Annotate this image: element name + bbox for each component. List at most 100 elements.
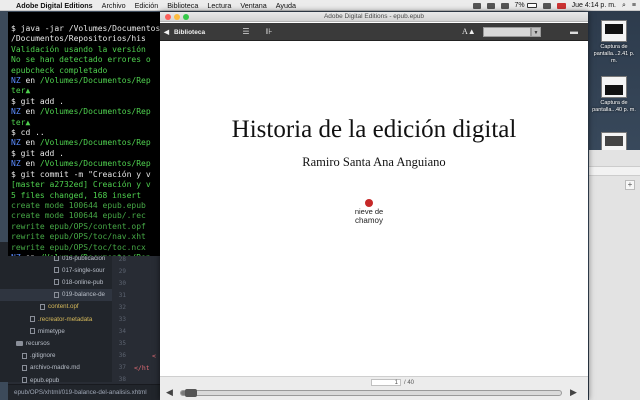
terminal-line: epubcheck completado — [11, 65, 108, 75]
file-icon — [22, 352, 27, 359]
terminal-line: 5 files changed, 168 insert — [11, 190, 142, 200]
book-page[interactable]: Historia de la edición digital Ramiro Sa… — [160, 42, 588, 386]
library-back-button[interactable]: ◀ Biblioteca — [164, 26, 205, 38]
bookmarks-icon[interactable]: ⊪ — [263, 27, 275, 37]
terminal-line: ter▲ — [11, 117, 31, 127]
file-tree-label: mimetype — [38, 327, 65, 335]
minimize-window-icon[interactable] — [174, 14, 180, 20]
desktop-file-label: Captura de pantalla...40 p. m. — [592, 100, 636, 113]
page-total: / 40 — [404, 379, 415, 386]
close-window-icon[interactable] — [165, 14, 171, 20]
logo-text-2: chamoy — [355, 216, 383, 225]
logo-dot — [365, 199, 373, 207]
terminal-line: /Documentos/Repositorios/his — [11, 34, 146, 44]
line-number: 30 — [118, 280, 126, 287]
menubar-status: 7% Jue 4:14 p. m. ⌕ ≡ — [472, 0, 636, 11]
notification-center-icon[interactable]: ≡ — [632, 2, 636, 9]
line-number: 36 — [118, 352, 126, 359]
terminal-line: $ git add . — [11, 96, 64, 106]
menu-edicion[interactable]: Edición — [135, 1, 159, 10]
battery-icon[interactable]: 7% — [515, 2, 537, 9]
window-titlebar[interactable]: Adobe Digital Editions - epub.epub — [160, 12, 588, 22]
search-dropdown-icon[interactable]: ▼ — [531, 27, 541, 37]
file-tree-label: 017-single-sour — [62, 266, 105, 274]
line-number: 33 — [118, 316, 126, 323]
terminal-line: NZ en /Volumes/Documentos/Rep — [11, 107, 151, 117]
reading-progress-slider[interactable] — [180, 389, 562, 397]
add-tab-icon[interactable]: + — [625, 180, 635, 190]
file-icon — [54, 279, 59, 286]
file-icon — [30, 316, 35, 322]
book-title: Historia de la edición digital — [231, 116, 517, 143]
maximize-window-icon[interactable] — [183, 14, 189, 20]
line-number: 34 — [118, 328, 126, 335]
terminal-line: $ java -jar /Volumes/Documentos — [11, 24, 161, 33]
screenshot-thumbnail-icon — [601, 76, 627, 98]
back-arrow-icon: ◀ — [164, 29, 169, 36]
menu-biblioteca[interactable]: Biblioteca — [167, 1, 198, 10]
terminal-line: NZ en /Volumes/Documentos/Rep — [11, 253, 163, 256]
file-tree-label: .gitignore — [30, 352, 56, 360]
terminal-line: $ git add . — [11, 148, 64, 158]
menu-app-name[interactable]: Adobe Digital Editions — [16, 1, 93, 10]
previous-page-icon[interactable]: ◀ — [166, 387, 173, 397]
page-number-input[interactable]: 1 — [371, 379, 401, 386]
desktop-file-screenshot-2[interactable]: Captura de pantalla...40 p. m. — [592, 76, 636, 114]
terminal-line: [master a2732ed] Creación y v — [11, 180, 151, 190]
screenshot-thumbnail-icon — [601, 20, 627, 42]
line-number: 32 — [118, 304, 126, 311]
file-tree-label: 019-balance-de — [62, 291, 106, 299]
next-page-icon[interactable]: ▶ — [570, 387, 577, 397]
file-icon — [22, 377, 27, 383]
clock[interactable]: Jue 4:14 p. m. — [572, 2, 616, 9]
comments-icon[interactable]: ▬ — [568, 27, 580, 37]
flag-icon[interactable] — [556, 2, 566, 9]
file-tree-item[interactable]: 018-online-pub — [0, 276, 112, 288]
file-icon — [54, 267, 59, 274]
file-tree: 016-publicacion 017-single-sour 018-online… — [0, 242, 112, 384]
bluetooth-icon[interactable] — [500, 2, 509, 9]
terminal-line: No se han detectado errores o — [11, 55, 151, 65]
reader-toolbar: ◀ Biblioteca ☰ ⊪ A▲ ▼ ▬ — [160, 23, 588, 41]
menu-ventana[interactable]: Ventana — [240, 1, 266, 10]
dropbox-icon[interactable] — [472, 2, 481, 9]
file-tree-item[interactable]: 017-single-sour — [0, 264, 112, 276]
search-input[interactable] — [483, 27, 531, 37]
terminal-line: create mode 100644 epub/.rec — [11, 211, 146, 221]
terminal-window[interactable]: $ java -jar /Volumes/Documentos/Document… — [8, 12, 163, 256]
terminal-line: rewrite epub/OPS/content.opf — [11, 221, 146, 231]
file-tree-item[interactable]: recursos — [0, 337, 112, 349]
file-tree-item[interactable]: archivo-madre.md — [0, 362, 112, 374]
font-size-button[interactable]: A▲ — [462, 27, 476, 36]
menu-archivo[interactable]: Archivo — [102, 1, 126, 10]
file-tree-item[interactable]: .gitignore — [0, 350, 112, 362]
menu-lectura[interactable]: Lectura — [207, 1, 231, 10]
terminal-line: NZ en /Volumes/Documentos/Rep — [11, 138, 151, 148]
file-tree-label: 018-online-pub — [62, 278, 104, 286]
terminal-line: $ git commit -m "Creación y v — [11, 169, 151, 179]
file-tree-item[interactable]: mimetype — [0, 325, 112, 337]
file-tree-item[interactable]: content.opf — [0, 301, 112, 313]
terminal-line: ter▲ — [11, 86, 31, 96]
timemachine-icon[interactable] — [486, 2, 495, 9]
file-icon — [40, 303, 45, 310]
terminal-line: rewrite epub/OPS/toc/nav.xht — [11, 232, 146, 242]
terminal-line: NZ en /Volumes/Documentos/Rep — [11, 76, 151, 86]
file-icon — [54, 291, 59, 298]
file-tree-item[interactable]: 019-balance-de — [0, 288, 112, 301]
line-number-gutter: 28 29 30 31 32 33 34 35 36 37 38 — [112, 242, 128, 383]
desktop-file-screenshot-1[interactable]: Captura de pantalla...2.41 p. m. — [592, 20, 636, 65]
window-title: Adobe Digital Editions - epub.epub — [323, 13, 425, 20]
progress-thumb[interactable] — [184, 389, 197, 397]
table-of-contents-icon[interactable]: ☰ — [240, 27, 252, 37]
background-window: + — [589, 150, 640, 400]
code-line: < — [152, 352, 156, 360]
menu-ayuda[interactable]: Ayuda — [276, 1, 296, 10]
file-tree-item[interactable]: .recreator-metadata — [0, 313, 112, 325]
terminal-line: Validación usando la versión — [11, 44, 146, 54]
wifi-icon[interactable] — [542, 2, 551, 9]
spotlight-icon[interactable]: ⌕ — [622, 2, 626, 10]
background-window-tab[interactable] — [589, 166, 640, 176]
terminal-line: NZ en /Volumes/Documentos/Rep — [11, 159, 151, 169]
code-line: </ht — [134, 364, 150, 372]
